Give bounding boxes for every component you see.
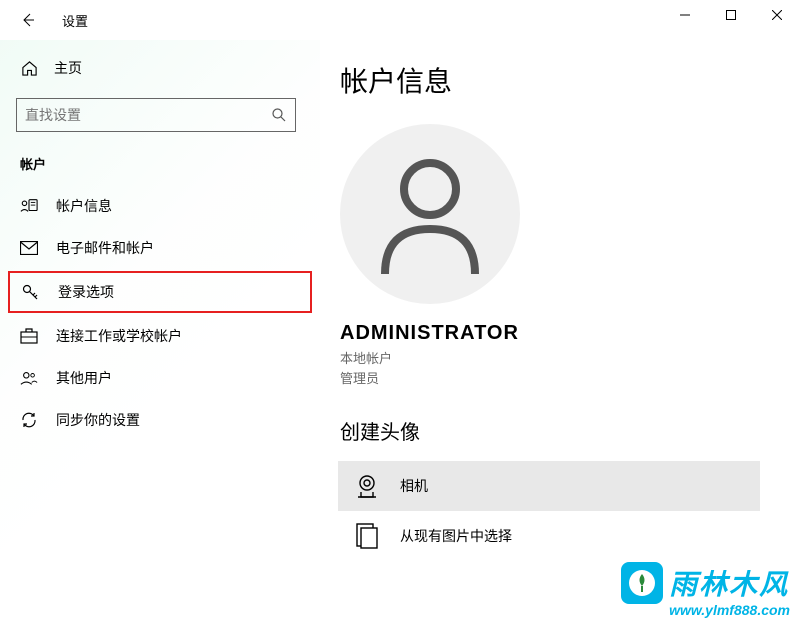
avatar: [340, 124, 520, 304]
mail-icon: [20, 239, 38, 257]
search-input-wrap[interactable]: [16, 98, 296, 132]
account-role: 管理员: [340, 369, 760, 389]
close-icon: [772, 10, 782, 20]
people-icon: [20, 369, 38, 387]
sidebar-item-signin-highlight: 登录选项: [8, 271, 312, 313]
home-label: 主页: [54, 58, 82, 78]
watermark-logo-icon: [621, 562, 663, 604]
create-avatar-title: 创建头像: [340, 416, 760, 445]
option-browse[interactable]: 从现有图片中选择: [338, 511, 760, 561]
search-icon: [271, 107, 287, 123]
option-camera[interactable]: 相机: [338, 461, 760, 511]
back-button[interactable]: [8, 0, 48, 40]
search-input[interactable]: [25, 107, 271, 123]
key-icon: [22, 283, 40, 301]
camera-icon: [354, 473, 380, 499]
watermark-url: www.ylmf888.com: [669, 602, 790, 618]
sidebar-item-label: 连接工作或学校帐户: [56, 326, 182, 346]
home-icon: [20, 59, 38, 77]
briefcase-icon: [20, 327, 38, 345]
watermark: 雨林木风 www.ylmf888.com: [621, 562, 790, 618]
minimize-icon: [680, 10, 690, 20]
browse-icon: [354, 523, 380, 549]
sidebar-item-label: 帐户信息: [56, 196, 112, 216]
close-button[interactable]: [754, 0, 800, 30]
option-label: 相机: [400, 476, 428, 496]
person-icon: [375, 154, 485, 274]
sidebar-item-label: 登录选项: [58, 282, 114, 302]
account-type: 本地帐户: [340, 349, 760, 369]
sidebar-item-work-school[interactable]: 连接工作或学校帐户: [0, 315, 320, 357]
sidebar: 主页 帐户 帐户信息 电子邮件和帐户 登录选项: [0, 40, 320, 626]
sidebar-item-signin[interactable]: 登录选项: [10, 273, 310, 311]
watermark-text: 雨林木风: [669, 563, 789, 603]
sync-icon: [20, 411, 38, 429]
sidebar-item-sync[interactable]: 同步你的设置: [0, 399, 320, 441]
username: ADMINISTRATOR: [340, 322, 760, 345]
maximize-icon: [726, 10, 736, 20]
page-title: 帐户信息: [340, 60, 760, 100]
sidebar-item-email[interactable]: 电子邮件和帐户: [0, 227, 320, 269]
arrow-left-icon: [20, 12, 36, 28]
option-label: 从现有图片中选择: [400, 526, 512, 546]
sidebar-section-header: 帐户: [0, 150, 320, 185]
sidebar-item-other-users[interactable]: 其他用户: [0, 357, 320, 399]
window-title: 设置: [62, 11, 88, 30]
sidebar-item-label: 其他用户: [56, 368, 112, 388]
minimize-button[interactable]: [662, 0, 708, 30]
person-card-icon: [20, 197, 38, 215]
sidebar-item-label: 同步你的设置: [56, 410, 140, 430]
main-content: 帐户信息 ADMINISTRATOR 本地帐户 管理员 创建头像 相机 从现有图…: [320, 40, 800, 626]
sidebar-item-label: 电子邮件和帐户: [56, 238, 154, 258]
maximize-button[interactable]: [708, 0, 754, 30]
sidebar-item-account-info[interactable]: 帐户信息: [0, 185, 320, 227]
home-link[interactable]: 主页: [0, 50, 320, 86]
